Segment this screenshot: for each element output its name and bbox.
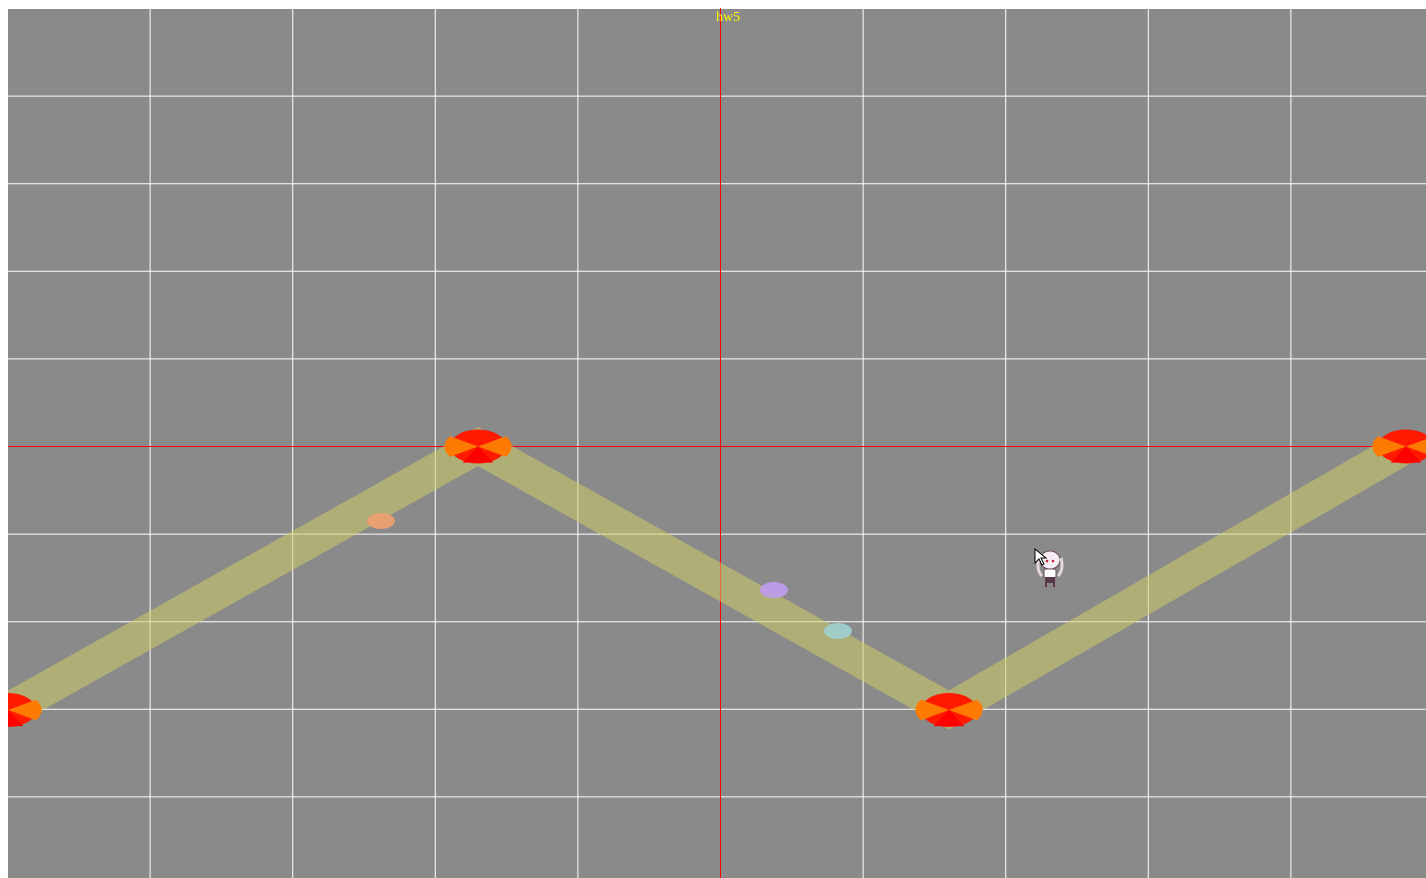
orb-orange [367, 513, 395, 529]
scene-background [8, 8, 1426, 878]
sprite-head [1039, 550, 1061, 570]
sprite-eye-right [1051, 559, 1055, 563]
game-canvas[interactable] [8, 8, 1426, 878]
game-title: hw5 [716, 10, 741, 25]
sprite-body [1043, 568, 1057, 579]
orb-teal [824, 623, 852, 639]
sprite-skirt [1045, 577, 1055, 583]
game-viewport[interactable]: hw5 [8, 8, 1426, 878]
orb-purple [760, 582, 788, 598]
sprite-eye-left [1045, 559, 1049, 563]
